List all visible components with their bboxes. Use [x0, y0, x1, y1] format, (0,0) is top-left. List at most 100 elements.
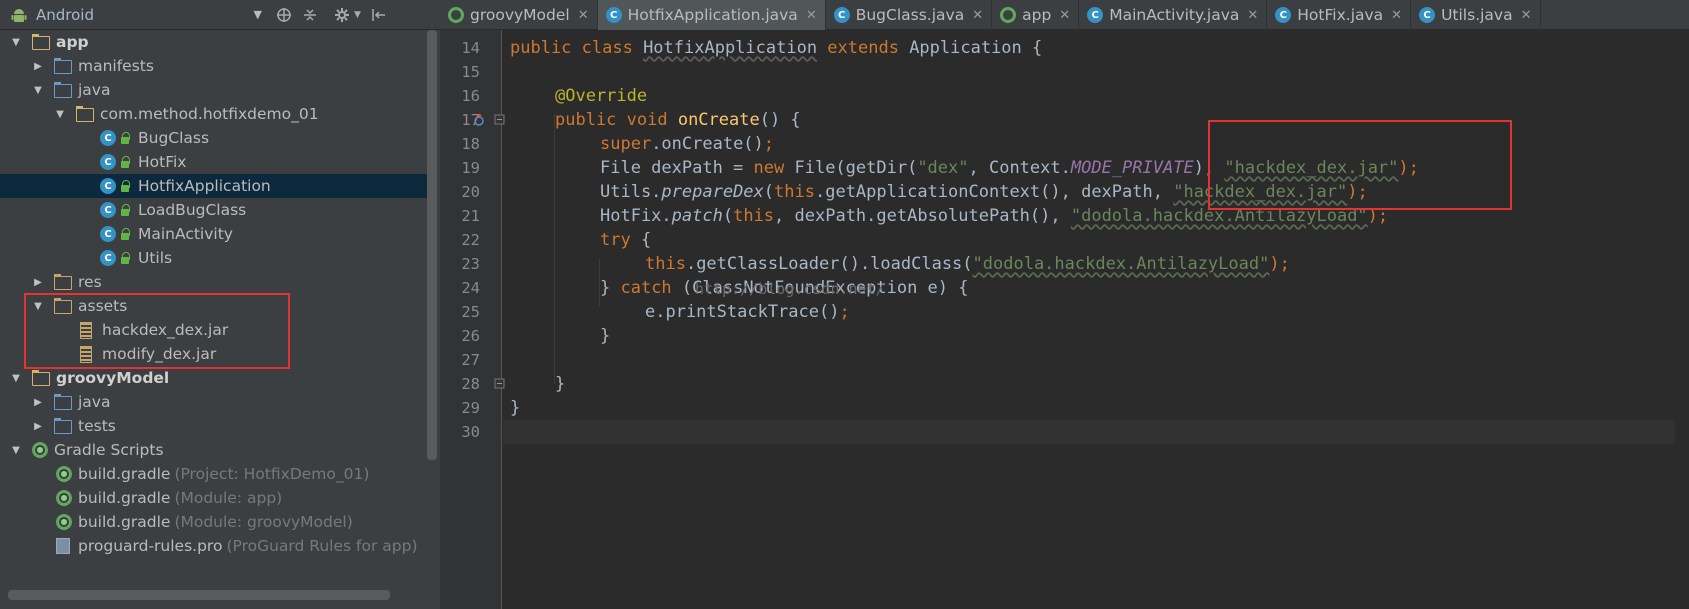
expanded-arrow-icon[interactable]: ▼	[10, 444, 22, 456]
expanded-arrow-icon[interactable]: ▼	[10, 36, 22, 48]
code-line-17: public void onCreate() {	[555, 110, 801, 130]
folder-icon	[54, 58, 72, 74]
line-number: 18	[461, 135, 480, 153]
code-line-18: super.onCreate();	[600, 134, 775, 154]
close-icon[interactable]: ✕	[1059, 8, 1070, 23]
tree-item-hotfix[interactable]: C HotFix	[0, 150, 428, 174]
assets-folder-icon	[54, 298, 72, 314]
expanded-arrow-icon[interactable]: ▼	[32, 300, 44, 312]
tree-item-res[interactable]: ▶ res	[0, 270, 428, 294]
scroll-from-source-icon[interactable]	[272, 3, 296, 27]
tree-item-groovymodel[interactable]: ▼ groovyModel	[0, 366, 428, 390]
editor-gutter: 14 15 16 17 18 19 20 21 22 23 24 25 26 2…	[440, 30, 505, 609]
line-number: 26	[461, 327, 480, 345]
tab-bugclass[interactable]: C BugClass.java ✕	[826, 0, 993, 30]
tree-item-app[interactable]: ▼ app	[0, 30, 428, 54]
class-icon: C	[100, 250, 116, 266]
tab-app[interactable]: app ✕	[992, 0, 1080, 30]
close-icon[interactable]: ✕	[806, 8, 817, 23]
close-icon[interactable]: ✕	[1521, 8, 1532, 23]
collapsed-arrow-icon[interactable]: ▶	[32, 396, 44, 408]
tree-item-gradle-scripts[interactable]: ▼ Gradle Scripts	[0, 438, 428, 462]
settings-dropdown-icon[interactable]: ▼	[354, 10, 361, 20]
res-folder-icon	[54, 274, 72, 290]
tree-item-mainactivity[interactable]: C MainActivity	[0, 222, 428, 246]
tree-item-assets[interactable]: ▼ assets	[0, 294, 428, 318]
tab-hotfixapplication[interactable]: C HotfixApplication.java ✕	[597, 0, 826, 30]
code-line-25: e.printStackTrace();	[645, 302, 850, 322]
tree-item-modify-jar[interactable]: modify_dex.jar	[0, 342, 428, 366]
tree-item-label: java	[78, 81, 111, 99]
tree-item-tests[interactable]: ▶ tests	[0, 414, 428, 438]
tab-label: MainActivity.java	[1109, 6, 1240, 24]
tree-item-build-gradle-groovy[interactable]: build.gradle (Module: groovyModel)	[0, 510, 428, 534]
tree-item-hackdex-jar[interactable]: hackdex_dex.jar	[0, 318, 428, 342]
expanded-arrow-icon[interactable]: ▼	[54, 108, 66, 120]
tree-item-manifests[interactable]: ▶ manifests	[0, 54, 428, 78]
expanded-arrow-icon[interactable]: ▼	[32, 84, 44, 96]
code-line-26: }	[600, 326, 611, 346]
collapse-all-icon[interactable]	[298, 3, 322, 27]
collapsed-arrow-icon[interactable]: ▶	[32, 420, 44, 432]
tree-item-build-gradle-project[interactable]: build.gradle (Project: HotfixDemo_01)	[0, 462, 428, 486]
project-tree: ▼ app ▶ manifests ▼ java ▼ com.method.ho…	[0, 30, 428, 590]
watermark-text: http://blog.csdn.net/	[695, 280, 885, 298]
editor-vertical-scrollbar[interactable]	[1675, 30, 1689, 609]
tree-item-hint: (Module: groovyModel)	[174, 513, 353, 531]
line-number: 19	[461, 159, 480, 177]
project-view-selector[interactable]: Android ▼	[6, 3, 270, 27]
tab-utils[interactable]: C Utils.java ✕	[1411, 0, 1541, 30]
lock-icon	[120, 180, 130, 192]
class-icon: C	[100, 130, 116, 146]
tree-item-label: manifests	[78, 57, 154, 75]
code-line-22: try {	[600, 230, 652, 250]
close-icon[interactable]: ✕	[1247, 8, 1258, 23]
line-number: 27	[461, 351, 480, 369]
tree-item-build-gradle-app[interactable]: build.gradle (Module: app)	[0, 486, 428, 510]
override-marker-icon[interactable]	[473, 114, 485, 126]
collapsed-arrow-icon[interactable]: ▶	[32, 276, 44, 288]
tree-horizontal-scrollbar[interactable]	[8, 590, 390, 600]
fold-marker-icon[interactable]	[494, 378, 506, 390]
jar-icon	[80, 321, 92, 339]
tab-hotfix[interactable]: C HotFix.java ✕	[1267, 0, 1412, 30]
tab-mainactivity[interactable]: C MainActivity.java ✕	[1079, 0, 1268, 30]
expanded-arrow-icon[interactable]: ▼	[10, 372, 22, 384]
tree-item-utils[interactable]: C Utils	[0, 246, 428, 270]
module-icon	[1000, 7, 1017, 23]
lock-icon	[120, 132, 130, 144]
fold-marker-icon[interactable]	[494, 114, 506, 126]
close-icon[interactable]: ✕	[578, 8, 589, 23]
android-icon	[11, 8, 27, 22]
close-icon[interactable]: ✕	[1391, 8, 1402, 23]
settings-gear-icon[interactable]	[330, 3, 354, 27]
tab-label: HotFix.java	[1297, 6, 1384, 24]
hide-panel-icon[interactable]	[367, 3, 391, 27]
tree-item-package[interactable]: ▼ com.method.hotfixdemo_01	[0, 102, 428, 126]
tree-item-loadbugclass[interactable]: C LoadBugClass	[0, 198, 428, 222]
tree-item-java[interactable]: ▼ java	[0, 78, 428, 102]
tree-item-label: Utils	[138, 249, 173, 267]
code-line-16: @Override	[555, 86, 648, 106]
current-line-highlight	[503, 420, 1689, 444]
close-icon[interactable]: ✕	[972, 8, 983, 23]
tree-vertical-scrollbar[interactable]	[427, 30, 437, 460]
tree-item-label: tests	[78, 417, 116, 435]
tree-item-hint: (ProGuard Rules for app)	[226, 537, 418, 555]
tree-item-label: Gradle Scripts	[54, 441, 164, 459]
project-panel: Android ▼ ▼ ▼ app ▶ manifests ▼ java ▼ c…	[0, 0, 440, 609]
tab-label: Utils.java	[1441, 6, 1513, 24]
module-icon	[448, 7, 464, 23]
folder-icon	[54, 394, 72, 410]
package-icon	[76, 106, 94, 122]
editor-tab-bar: groovyModel ✕ C HotfixApplication.java ✕…	[440, 0, 1689, 30]
code-editor[interactable]: 14 15 16 17 18 19 20 21 22 23 24 25 26 2…	[440, 30, 1689, 609]
tree-item-hotfixapplication[interactable]: C HotfixApplication	[0, 174, 428, 198]
collapsed-arrow-icon[interactable]: ▶	[32, 60, 44, 72]
tab-groovymodel[interactable]: groovyModel ✕	[440, 0, 598, 30]
tree-item-label: com.method.hotfixdemo_01	[100, 105, 319, 123]
tree-item-java-groovy[interactable]: ▶ java	[0, 390, 428, 414]
tree-item-bugclass[interactable]: C BugClass	[0, 126, 428, 150]
tree-item-proguard[interactable]: proguard-rules.pro (ProGuard Rules for a…	[0, 534, 428, 558]
line-number: 24	[461, 279, 480, 297]
